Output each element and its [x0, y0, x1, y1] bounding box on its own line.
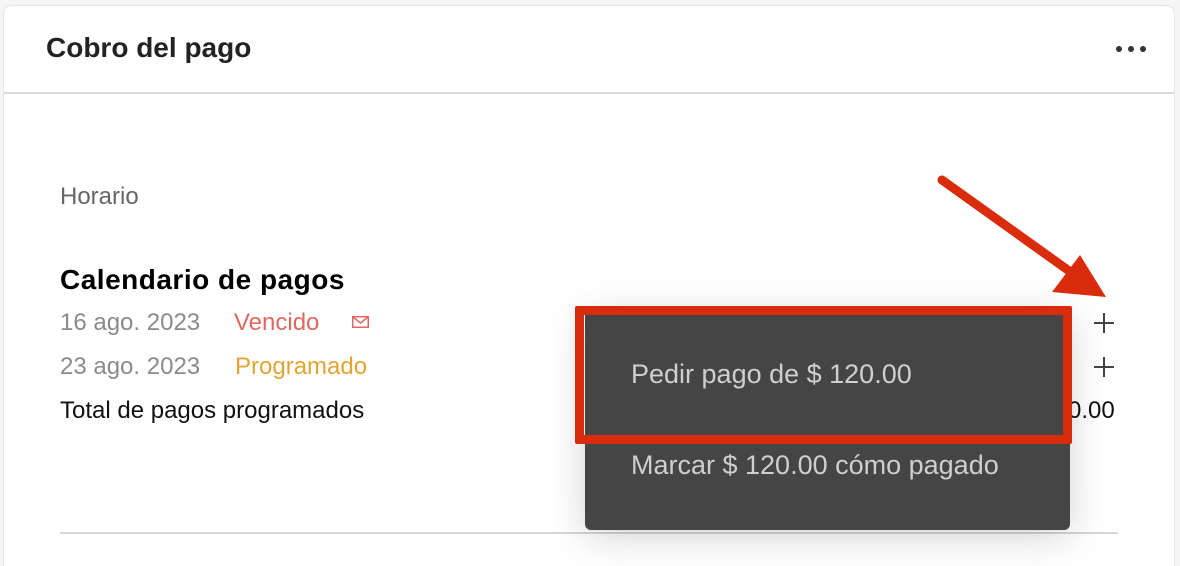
section-label: Horario: [60, 183, 139, 210]
highlight-box: [575, 306, 1072, 444]
schedule-title: Calendario de pagos: [60, 264, 345, 295]
card-header: Cobro del pago: [4, 6, 1174, 94]
payment-date: 23 ago. 2023: [60, 353, 201, 380]
more-horizontal-icon[interactable]: [1116, 36, 1146, 62]
total-label: Total de pagos programados: [60, 397, 365, 424]
mail-icon[interactable]: [352, 307, 369, 328]
add-icon[interactable]: [1094, 357, 1114, 377]
card-title: Cobro del pago: [46, 32, 252, 63]
total-value: 0.00: [1068, 397, 1115, 424]
annotation-arrow-icon: [937, 175, 1106, 297]
payment-date: 16 ago. 2023: [60, 309, 201, 336]
status-scheduled: Programado: [235, 353, 368, 380]
divider: [60, 532, 1118, 534]
menu-item-mark-paid[interactable]: Marcar $ 120.00 cómo pagado: [631, 450, 999, 481]
add-icon[interactable]: [1094, 313, 1114, 333]
status-overdue: Vencido: [234, 309, 320, 336]
